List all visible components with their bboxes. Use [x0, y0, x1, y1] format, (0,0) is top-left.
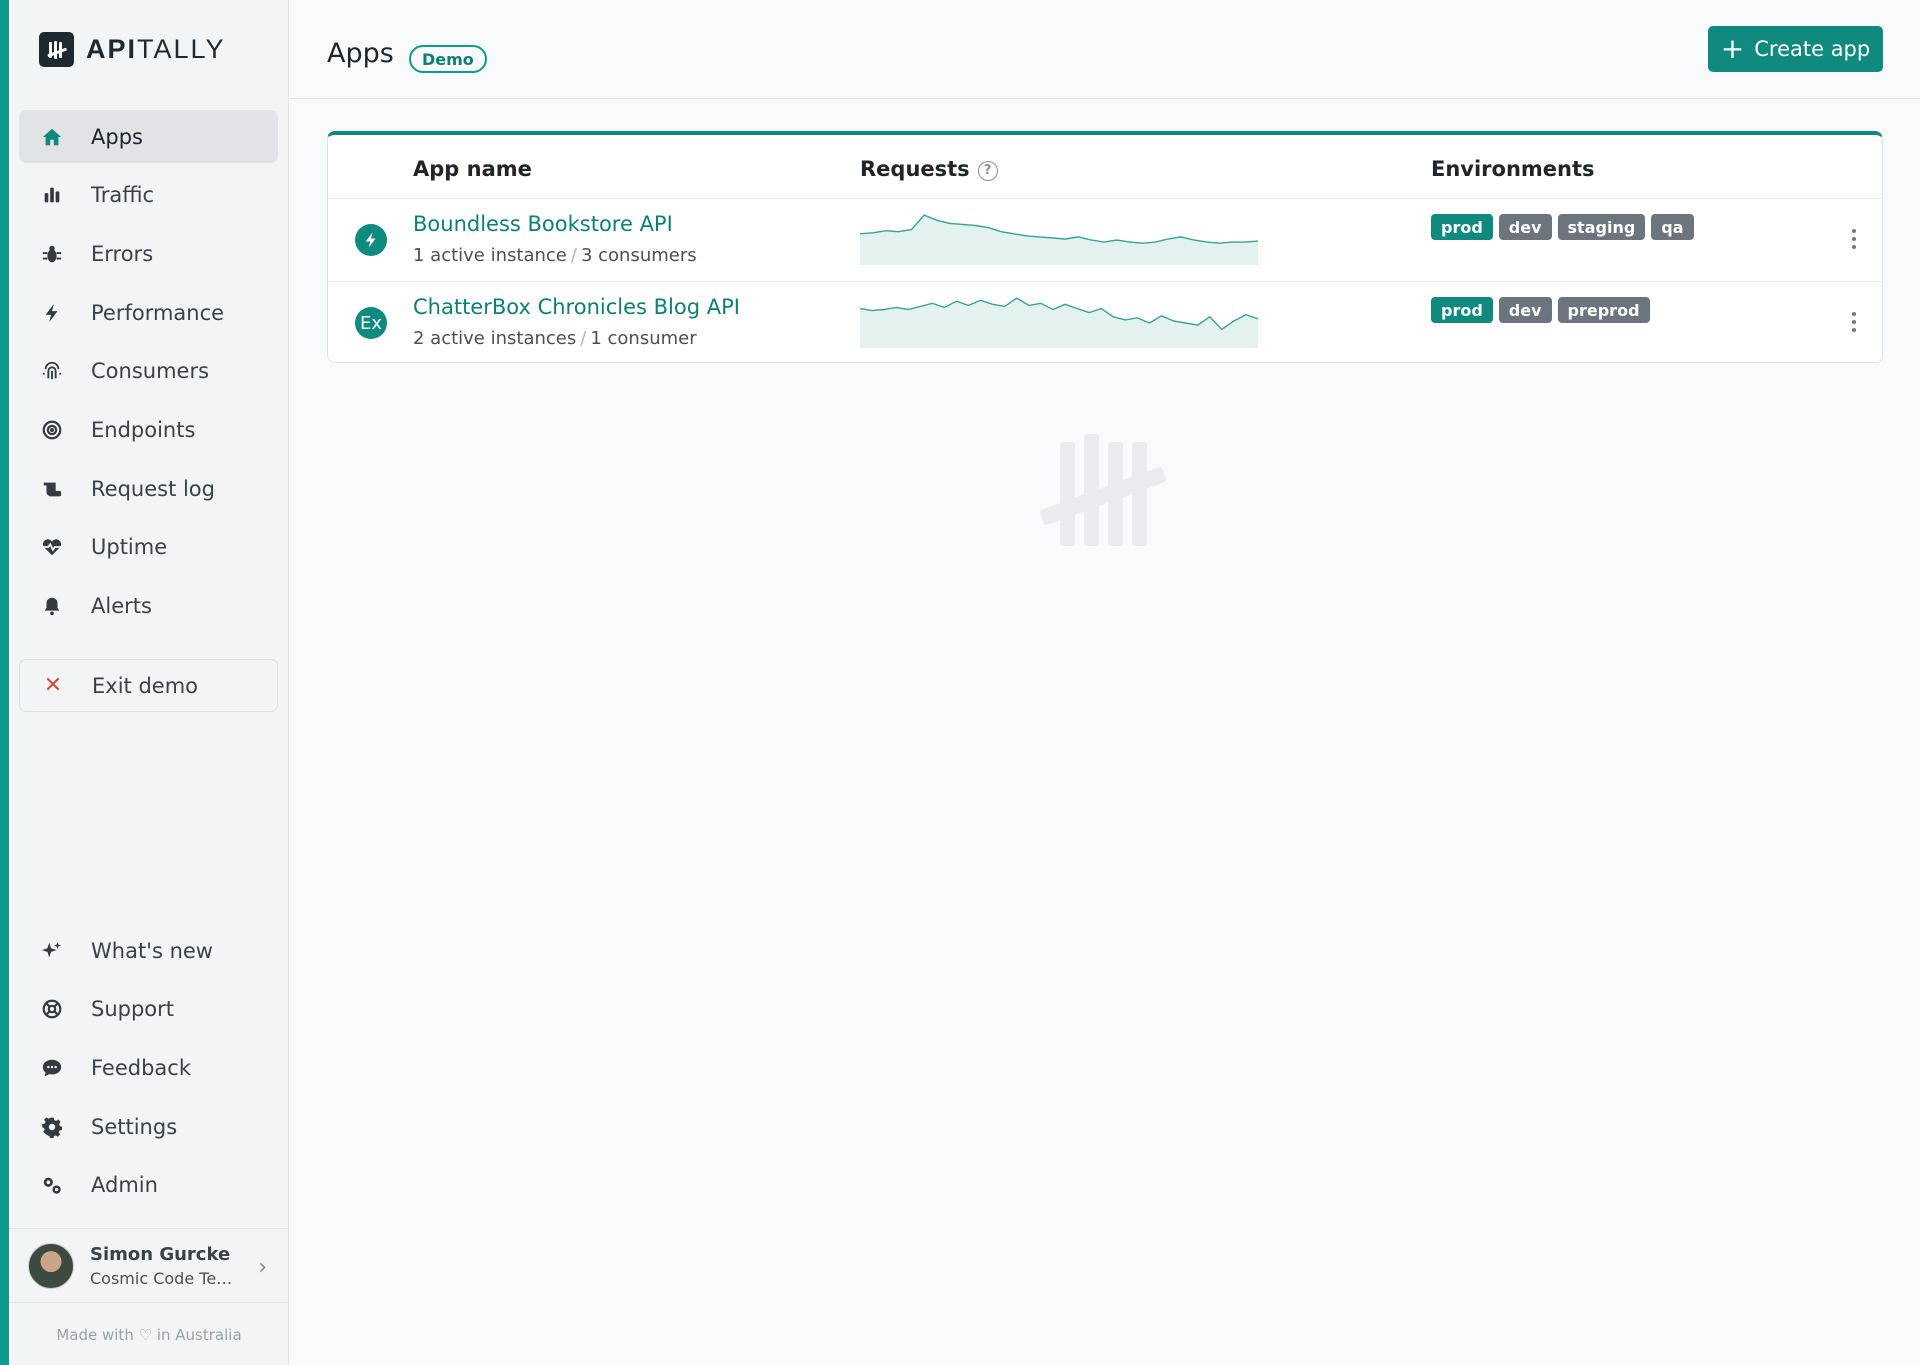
heart-icon: ♡ — [138, 1326, 153, 1344]
sidebar-item-label: Endpoints — [91, 417, 196, 442]
page-header: Apps Demo + Create app — [290, 0, 1920, 99]
sparkles-icon — [41, 940, 63, 962]
sidebar-item-request-log[interactable]: Request log — [19, 462, 278, 515]
column-environments: Environments — [1431, 157, 1595, 181]
sidebar-item-admin[interactable]: Admin — [19, 1159, 278, 1212]
sidebar-item-endpoints[interactable]: Endpoints — [19, 403, 278, 456]
table-row[interactable]: Ex ChatterBox Chronicles Blog API 2 acti… — [328, 282, 1882, 365]
sidebar-item-label: Feedback — [91, 1055, 192, 1080]
help-icon[interactable]: ? — [977, 161, 998, 181]
logo-text: APITALLY — [86, 34, 226, 64]
page-title: Apps — [327, 38, 394, 69]
sidebar-item-apps[interactable]: Apps — [19, 110, 278, 163]
sidebar-item-label: Performance — [91, 300, 225, 325]
user-menu[interactable]: Simon Gurcke Cosmic Code Tea... › — [9, 1228, 289, 1303]
sidebar-item-settings[interactable]: Settings — [19, 1100, 278, 1153]
table-row[interactable]: Boundless Bookstore API 1 active instanc… — [328, 199, 1882, 282]
sidebar: APITALLY Apps Traffic Errors Performance — [9, 0, 289, 1365]
close-icon: ✕ — [43, 673, 63, 698]
environment-badges: prod dev preprod — [1431, 297, 1650, 323]
bell-icon — [41, 595, 63, 617]
chevron-right-icon: › — [258, 1255, 267, 1280]
bolt-icon — [41, 302, 63, 324]
env-badge-dev: dev — [1498, 214, 1552, 240]
env-badge-dev: dev — [1498, 297, 1552, 323]
requests-sparkline — [860, 297, 1258, 348]
heartbeat-icon — [41, 536, 63, 558]
sidebar-item-label: Settings — [91, 1114, 178, 1139]
env-badge-prod: prod — [1431, 214, 1493, 240]
sidebar-item-performance[interactable]: Performance — [19, 286, 278, 339]
lifebuoy-icon — [41, 998, 63, 1020]
sidebar-item-label: Admin — [91, 1173, 158, 1198]
home-icon — [41, 126, 63, 148]
app-meta: 1 active instance/3 consumers — [413, 245, 697, 266]
bolt-icon — [355, 224, 387, 256]
sidebar-nav: Apps Traffic Errors Performance Consumer… — [19, 110, 278, 638]
table-header: App name Requests? Environments — [328, 135, 1882, 199]
sidebar-item-whats-new[interactable]: What's new — [19, 924, 278, 977]
scroll-icon — [41, 478, 63, 500]
column-app-name: App name — [413, 157, 532, 181]
sidebar-item-label: Support — [91, 997, 175, 1022]
env-badge-qa: qa — [1651, 214, 1694, 240]
env-badge-preprod: preprod — [1557, 297, 1650, 323]
user-org: Cosmic Code Tea... — [90, 1268, 240, 1288]
sidebar-item-uptime[interactable]: Uptime — [19, 521, 278, 574]
text-badge-icon: Ex — [355, 307, 387, 339]
logo-icon — [39, 32, 74, 67]
made-with-footer: Made with ♡ in Australia — [56, 1326, 242, 1344]
app-meta: 2 active instances/1 consumer — [413, 328, 697, 349]
sidebar-bottom-nav: What's new Support Feedback Settings Adm… — [19, 924, 278, 1217]
plus-icon: + — [1720, 32, 1745, 65]
sidebar-item-consumers[interactable]: Consumers — [19, 345, 278, 398]
sidebar-item-feedback[interactable]: Feedback — [19, 1041, 278, 1094]
apps-table: App name Requests? Environments Boundles… — [327, 131, 1883, 363]
sidebar-item-support[interactable]: Support — [19, 983, 278, 1036]
chat-icon — [41, 1057, 63, 1079]
main-content: Apps Demo + Create app App name Requests… — [290, 0, 1920, 1365]
sidebar-item-label: Apps — [91, 124, 143, 149]
user-name: Simon Gurcke — [90, 1243, 231, 1265]
bug-icon — [41, 243, 63, 265]
gear-icon — [41, 1116, 63, 1138]
demo-badge: Demo — [409, 45, 487, 73]
sparkline-area — [860, 298, 1258, 348]
target-icon — [41, 419, 63, 441]
create-app-button[interactable]: + Create app — [1708, 26, 1883, 72]
logo[interactable]: APITALLY — [39, 32, 226, 67]
sidebar-item-label: Request log — [91, 476, 215, 501]
sidebar-item-label: Errors — [91, 241, 154, 266]
avatar — [28, 1242, 74, 1289]
bar-chart-icon — [41, 184, 63, 206]
sidebar-item-label: What's new — [91, 938, 213, 963]
sidebar-item-errors[interactable]: Errors — [19, 227, 278, 280]
column-requests: Requests? — [860, 157, 998, 181]
exit-demo-button[interactable]: ✕ Exit demo — [19, 659, 278, 712]
env-badge-staging: staging — [1557, 214, 1646, 240]
more-options-icon[interactable] — [1850, 312, 1858, 336]
watermark-logo-icon — [1038, 428, 1168, 548]
sidebar-item-label: Uptime — [91, 535, 168, 560]
gears-icon — [41, 1174, 63, 1196]
fingerprint-icon — [41, 360, 63, 382]
environment-badges: prod dev staging qa — [1431, 214, 1694, 240]
app-name-link[interactable]: Boundless Bookstore API — [413, 212, 673, 236]
sidebar-item-alerts[interactable]: Alerts — [19, 580, 278, 633]
sidebar-item-label: Traffic — [91, 183, 155, 208]
requests-sparkline — [860, 214, 1258, 265]
exit-demo-label: Exit demo — [92, 673, 198, 698]
app-name-link[interactable]: ChatterBox Chronicles Blog API — [413, 295, 740, 319]
more-options-icon[interactable] — [1850, 229, 1858, 253]
user-text: Simon Gurcke Cosmic Code Tea... — [90, 1244, 240, 1288]
sidebar-item-label: Consumers — [91, 359, 210, 384]
sidebar-item-label: Alerts — [91, 594, 152, 618]
env-badge-prod: prod — [1431, 297, 1493, 323]
sidebar-item-traffic[interactable]: Traffic — [19, 169, 278, 222]
accent-strip — [0, 0, 9, 1365]
